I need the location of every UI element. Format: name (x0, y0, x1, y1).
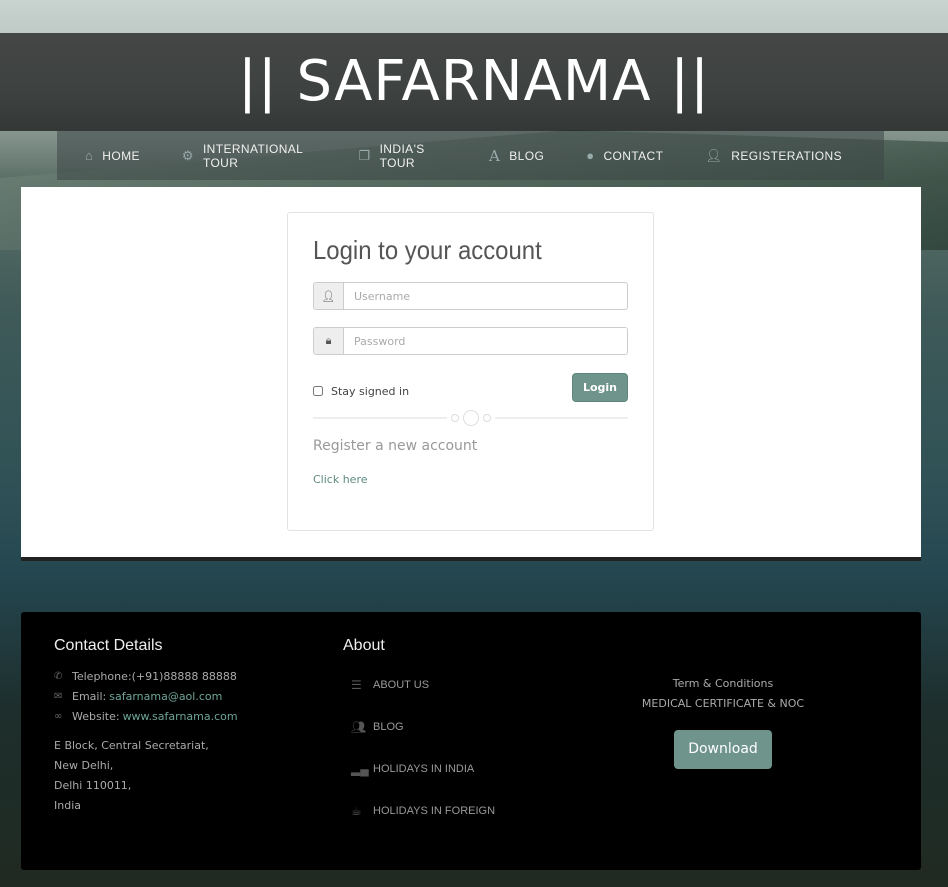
telephone: Telephone:(+91)88888 88888 (72, 669, 237, 683)
copy-icon: ❐ (358, 147, 371, 163)
nav-label: CONTACT (603, 148, 664, 163)
footer-link-holidays-foreign[interactable]: ☕︎ HOLIDAYS IN FOREIGN (351, 790, 495, 832)
link-label: BLOG (373, 721, 404, 733)
footer-link-blog[interactable]: 👥︎ BLOG (351, 706, 495, 748)
contact-title: Contact Details (54, 637, 163, 654)
footer-link-holidays-india[interactable]: ▂▄ HOLIDAYS IN INDIA (351, 748, 495, 790)
lock-icon: 🔒︎ (314, 328, 344, 354)
terms-link[interactable]: Term & Conditions (621, 674, 825, 694)
contact-details: ✆ Telephone:(+91)88888 88888 ✉ Email: safar… (54, 666, 238, 816)
nav-label: BLOG (509, 148, 545, 163)
download-button[interactable]: Download (674, 730, 772, 769)
envelope-icon: ✉ (54, 690, 63, 702)
signal-icon: ▂▄ (351, 762, 369, 776)
website-link[interactable]: www.safarnama.com (123, 710, 238, 723)
terms-section: Term & Conditions MEDICAL CERTIFICATE & … (621, 674, 825, 769)
content-panel: Login to your account 👤︎ 🔒︎ Stay signed … (21, 187, 921, 557)
footer-link-about-us[interactable]: ☰ ABOUT US (351, 664, 495, 706)
coffee-icon: ☕︎ (351, 804, 362, 818)
address-line: E Block, Central Secretariat, (54, 739, 209, 752)
username-group: 👤︎ (313, 282, 628, 310)
footer: Contact Details ✆ Telephone:(+91)88888 88… (21, 612, 921, 870)
nav-label: REGISTERATIONS (731, 148, 842, 163)
link-label: HOLIDAYS IN FOREIGN (373, 805, 496, 817)
stay-signed-in-label: Stay signed in (331, 384, 410, 398)
comment-icon: ● (586, 148, 595, 163)
home-icon: ⌂ (85, 148, 94, 163)
stay-signed-in-checkbox[interactable] (313, 386, 323, 396)
address-line: Delhi 110011, (54, 779, 132, 792)
nav-registerations[interactable]: 👤︎ REGISTERATIONS (705, 148, 842, 164)
site-header: || SAFARNAMA || (0, 33, 948, 131)
nav-label: HOME (102, 148, 140, 163)
link-icon: ∞ (54, 710, 63, 722)
nav-home[interactable]: ⌂ HOME (85, 148, 140, 163)
medical-certificate-label: MEDICAL CERTIFICATE & NOC (641, 697, 805, 710)
login-title: Login to your account (313, 235, 542, 265)
address: E Block, Central Secretariat, New Delhi,… (54, 736, 238, 816)
nav-label: INDIA'S TOUR (379, 141, 425, 170)
login-button[interactable]: Login (571, 372, 628, 402)
site-title: || SAFARNAMA || (237, 49, 711, 114)
register-link[interactable]: Click here (313, 473, 368, 486)
phone-icon: ✆ (54, 670, 63, 682)
email-link[interactable]: safarnama@aol.com (109, 690, 222, 703)
login-box: Login to your account 👤︎ 🔒︎ Stay signed … (287, 212, 654, 531)
divider (313, 410, 628, 426)
nav-blog[interactable]: A BLOG (489, 147, 544, 165)
font-icon: A (489, 146, 501, 165)
link-label: ABOUT US (373, 679, 430, 691)
nav-contact[interactable]: ● CONTACT (586, 148, 663, 163)
about-title: About (343, 637, 385, 654)
user-icon: 👤︎ (705, 147, 723, 163)
nav-international-tour[interactable]: ⚙ INTERNATIONAL TOUR (182, 142, 317, 170)
stay-signed-in[interactable]: Stay signed in (313, 385, 409, 398)
password-input[interactable] (344, 328, 627, 354)
list-icon: ☰ (351, 678, 362, 692)
about-links: ☰ ABOUT US 👥︎ BLOG ▂▄ HOLIDAYS IN INDIA ☕︎ H… (351, 674, 495, 842)
link-label: HOLIDAYS IN INDIA (373, 763, 475, 775)
nav-indias-tour[interactable]: ❐ INDIA'S TOUR (359, 142, 447, 170)
group-icon: 👥︎ (351, 720, 367, 734)
address-line: New Delhi, (54, 759, 114, 772)
nav-label: INTERNATIONAL TOUR (202, 141, 303, 170)
website-label: Website: (72, 709, 120, 723)
main-nav: ⌂ HOME ⚙ INTERNATIONAL TOUR ❐ INDIA'S TOUR … (57, 131, 884, 180)
address-line: India (54, 799, 81, 812)
cogs-icon: ⚙ (181, 147, 194, 163)
username-input[interactable] (344, 283, 627, 309)
register-heading: Register a new account (313, 438, 478, 454)
password-group: 🔒︎ (313, 327, 628, 355)
user-icon: 👤︎ (314, 283, 344, 309)
email-label: Email: (72, 689, 107, 703)
